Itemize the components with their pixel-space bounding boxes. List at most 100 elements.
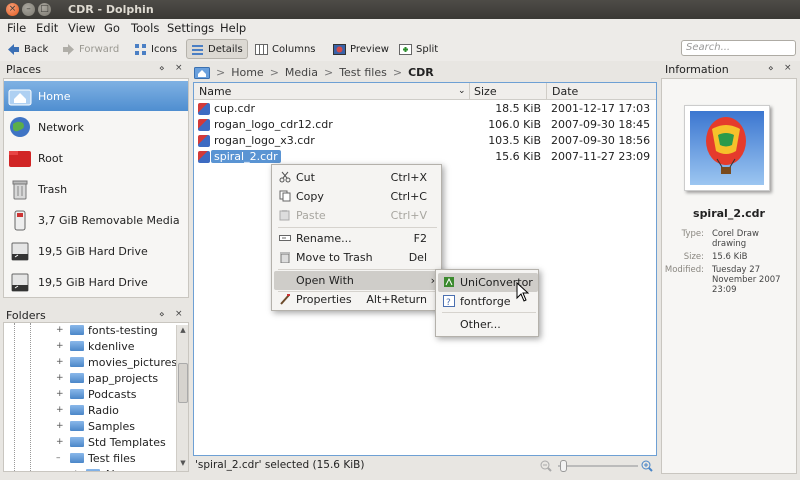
collapse-minus-icon[interactable]: – <box>56 453 66 463</box>
scroll-down-icon[interactable]: ▼ <box>178 459 188 469</box>
expand-plus-icon[interactable]: + <box>56 389 66 399</box>
expand-plus-icon[interactable]: + <box>56 325 66 335</box>
place-home[interactable]: Home <box>4 81 188 111</box>
scrollbar-thumb[interactable] <box>178 363 188 403</box>
menu-item-other[interactable]: Other... <box>438 315 538 334</box>
breadcrumb-current[interactable]: CDR <box>408 66 434 79</box>
places-float-button[interactable]: ⋄ <box>159 64 165 74</box>
hard-drive-icon <box>11 242 29 261</box>
file-row-selected[interactable]: spiral_2.cdr 15.6 KiB 2007-11-27 23:09 <box>194 149 656 165</box>
menu-item-move-to-trash[interactable]: Move to Trash Del <box>274 248 439 267</box>
zoom-in-icon[interactable] <box>641 460 653 472</box>
folder-item[interactable]: + fonts-testing <box>56 323 158 338</box>
folder-item[interactable]: + Std Templates <box>56 434 166 450</box>
menu-tools[interactable]: Tools <box>131 21 159 35</box>
folder-item[interactable]: – Test files <box>56 450 136 466</box>
place-trash[interactable]: Trash <box>4 174 188 204</box>
sort-chevron-icon[interactable]: ⌄ <box>458 86 466 96</box>
properties-icon <box>280 294 290 305</box>
place-label: 3,7 GiB Removable Media <box>38 213 180 227</box>
menu-help[interactable]: Help <box>220 21 246 35</box>
information-close-button[interactable]: × <box>784 63 792 73</box>
folders-float-button[interactable]: ⋄ <box>159 310 165 320</box>
file-row[interactable]: rogan_logo_cdr12.cdr 106.0 KiB 2007-09-3… <box>194 117 656 133</box>
places-panel: Home Network Root Trash 3,7 GiB Removabl… <box>3 78 189 298</box>
place-hard-drive-2[interactable]: 19,5 GiB Hard Drive <box>4 267 188 297</box>
forward-button[interactable]: Forward <box>58 39 123 59</box>
column-divider[interactable] <box>469 83 470 100</box>
folder-item[interactable]: + pap_projects <box>56 370 158 386</box>
file-name: rogan_logo_cdr12.cdr <box>214 118 333 131</box>
column-size[interactable]: Size <box>474 85 497 98</box>
zoom-track[interactable] <box>558 465 638 467</box>
folder-item[interactable]: + kdenlive <box>56 338 134 354</box>
folder-item[interactable]: + AI <box>72 466 115 471</box>
expand-plus-icon[interactable]: + <box>56 341 66 351</box>
folders-scrollbar[interactable]: ▲ ▼ <box>176 325 188 471</box>
information-float-button[interactable]: ⋄ <box>768 64 774 74</box>
details-view-button[interactable]: Details <box>186 39 248 59</box>
file-date: 2007-09-30 18:56 <box>551 134 651 147</box>
menu-settings[interactable]: Settings <box>167 21 214 35</box>
back-button[interactable]: Back <box>3 39 52 59</box>
expand-plus-icon[interactable]: + <box>56 421 66 431</box>
file-size: 103.5 KiB <box>488 134 541 147</box>
window-minimize-button[interactable]: – <box>22 3 35 16</box>
expand-plus-icon[interactable]: + <box>56 405 66 415</box>
places-close-button[interactable]: × <box>175 63 183 73</box>
breadcrumb-media[interactable]: Media <box>285 66 318 79</box>
menu-bar: File Edit View Go Tools Settings Help <box>0 19 800 37</box>
expand-plus-icon[interactable]: + <box>72 469 82 471</box>
menu-go[interactable]: Go <box>104 21 120 35</box>
file-row[interactable]: cup.cdr 18.5 KiB 2001-12-17 17:03 <box>194 101 656 117</box>
place-hard-drive-1[interactable]: 19,5 GiB Hard Drive <box>4 236 188 266</box>
folder-item[interactable]: + Podcasts <box>56 386 137 402</box>
hard-drive-icon <box>11 273 29 292</box>
file-row[interactable]: rogan_logo_x3.cdr 103.5 KiB 2007-09-30 1… <box>194 133 656 149</box>
menu-item-copy[interactable]: Copy Ctrl+C <box>274 187 439 206</box>
breadcrumb-home[interactable]: Home <box>231 66 263 79</box>
folder-label: movies_pictures <box>88 355 178 369</box>
zoom-slider[interactable] <box>540 459 660 473</box>
info-size-value: 15.6 KiB <box>712 252 748 262</box>
column-divider[interactable] <box>546 83 547 100</box>
expand-plus-icon[interactable]: + <box>56 373 66 383</box>
zoom-out-icon[interactable] <box>540 460 552 472</box>
split-button[interactable]: Split <box>395 39 442 59</box>
window-close-button[interactable]: × <box>6 3 19 16</box>
place-root[interactable]: Root <box>4 143 188 173</box>
menu-item-open-with[interactable]: Open With › <box>274 271 439 290</box>
zoom-handle[interactable] <box>560 460 567 472</box>
folder-item[interactable]: + Samples <box>56 418 135 434</box>
menu-file[interactable]: File <box>7 21 26 35</box>
preview-button[interactable]: Preview <box>329 39 393 59</box>
menu-edit[interactable]: Edit <box>36 21 58 35</box>
folder-label: Test files <box>88 451 136 465</box>
menu-view[interactable]: View <box>68 21 95 35</box>
window-maximize-button[interactable]: □ <box>38 3 51 16</box>
folders-close-button[interactable]: × <box>175 309 183 319</box>
expand-plus-icon[interactable]: + <box>56 437 66 447</box>
info-type-value: Corel Draw drawing <box>712 229 759 249</box>
column-name[interactable]: Name <box>199 85 231 98</box>
column-date[interactable]: Date <box>552 85 578 98</box>
search-input[interactable]: Search... <box>681 40 796 56</box>
folder-item[interactable]: + movies_pictures <box>56 354 177 370</box>
icons-view-button[interactable]: Icons <box>130 39 181 59</box>
columns-view-button[interactable]: Columns <box>251 39 320 59</box>
root-folder-icon <box>9 151 31 167</box>
place-removable-media[interactable]: 3,7 GiB Removable Media <box>4 205 188 235</box>
menu-item-paste[interactable]: Paste Ctrl+V <box>274 206 439 225</box>
preview-icon <box>333 43 346 55</box>
home-crumb-icon[interactable] <box>194 65 210 79</box>
expand-plus-icon[interactable]: + <box>56 357 66 367</box>
file-name: spiral_2.cdr <box>211 150 281 163</box>
scroll-up-icon[interactable]: ▲ <box>178 326 188 336</box>
place-network[interactable]: Network <box>4 112 188 142</box>
folder-icon <box>70 325 84 335</box>
menu-item-cut[interactable]: Cut Ctrl+X <box>274 168 439 187</box>
breadcrumb-test-files[interactable]: Test files <box>339 66 387 79</box>
folder-item[interactable]: + Radio <box>56 402 119 418</box>
menu-item-rename[interactable]: Rename... F2 <box>274 229 439 248</box>
menu-item-properties[interactable]: Properties Alt+Return <box>274 290 439 309</box>
